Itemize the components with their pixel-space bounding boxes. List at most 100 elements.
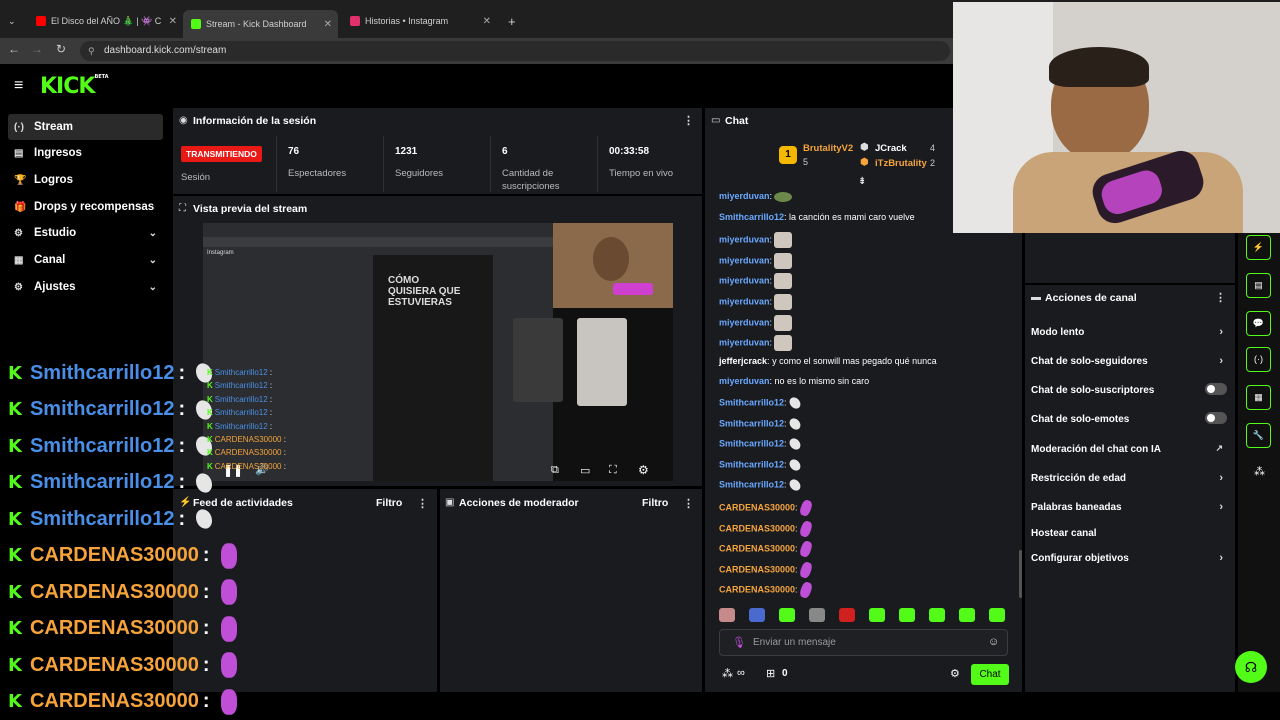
reload-icon[interactable]: ↻	[52, 42, 70, 56]
channel-action-item[interactable]: Restricción de edad ›	[1031, 472, 1227, 484]
close-icon[interactable]: ✕	[324, 19, 332, 30]
close-icon[interactable]: ✕	[483, 16, 491, 27]
mini-chat-line: K CARDENAS30000 :	[207, 461, 286, 471]
toggle-switch[interactable]	[1205, 412, 1227, 424]
mod-filter-button[interactable]: Filtro	[642, 497, 668, 509]
studio-icon: ⚙	[14, 227, 23, 239]
chat-username[interactable]: miyerduvan	[719, 338, 770, 348]
sidebar-item-canal[interactable]: ▦ Canal ⌄	[8, 247, 163, 273]
tab-search-button[interactable]: ⌄	[0, 8, 16, 34]
hamburger-menu-icon[interactable]: ≡	[14, 77, 23, 95]
third-user-name[interactable]: iTzBrutality	[875, 158, 927, 169]
chat-username[interactable]: miyerduvan	[719, 317, 770, 327]
emoji-icon[interactable]: ☺	[988, 636, 999, 648]
chat-username[interactable]: CARDENAS30000	[719, 523, 795, 533]
kick-logo-icon: K	[8, 508, 22, 530]
chat-username[interactable]: miyerduvan	[719, 296, 770, 306]
chat-username[interactable]: miyerduvan	[719, 255, 770, 265]
broadcast-icon[interactable]: (·)	[1246, 347, 1271, 372]
channel-action-label: Hostear canal	[1031, 528, 1097, 539]
channel-action-item[interactable]: Modo lento ›	[1031, 326, 1227, 338]
mini-chat-line: K Smithcarrillo12 :	[207, 421, 273, 431]
sidebar-item-ajustes[interactable]: ⚙ Ajustes ⌄	[8, 274, 163, 300]
chat-bubble-icon[interactable]: 💬	[1246, 311, 1271, 336]
back-arrow-icon[interactable]: ←	[5, 42, 23, 56]
gift-icon[interactable]: ⊞	[766, 667, 775, 680]
chat-username[interactable]: CARDENAS30000	[719, 585, 795, 595]
shop-icon[interactable]: ▦	[1246, 385, 1271, 410]
chat-message: Smithcarrillo12: la canción es mami caro…	[719, 211, 915, 222]
chat-settings-icon[interactable]: ⚙	[950, 667, 960, 680]
new-tab-button[interactable]: +	[500, 8, 524, 34]
channel-action-item[interactable]: Palabras baneadas ›	[1031, 501, 1227, 513]
support-icon[interactable]: ☊	[1235, 651, 1267, 683]
sidebar-item-estudio[interactable]: ⚙ Estudio ⌄	[8, 220, 163, 246]
tab-kick-dashboard[interactable]: Stream - Kick Dashboard ✕	[183, 10, 338, 38]
overlay-chat-line: K Smithcarrillo12:	[8, 468, 213, 498]
mod-menu-icon[interactable]: ⋮	[683, 497, 694, 510]
mic-icon[interactable]: 🎙	[732, 636, 746, 649]
forward-arrow-icon[interactable]: →	[28, 42, 46, 56]
collapse-icon[interactable]: ⇟	[858, 176, 866, 187]
tab-youtube[interactable]: El Disco del AÑO 🎄 | 👾 C ✕	[28, 8, 183, 34]
chat-username[interactable]: Smithcarrillo12	[719, 397, 784, 407]
channel-action-item[interactable]: Chat de solo-suscriptores	[1031, 383, 1227, 396]
theater-icon[interactable]: ▭	[580, 464, 590, 477]
kick-logo[interactable]: KICKBETA	[40, 74, 109, 99]
channel-action-item[interactable]: Chat de solo-emotes	[1031, 412, 1227, 425]
add-widget-icon[interactable]: ⁂	[1254, 465, 1265, 478]
chat-username[interactable]: miyerduvan	[719, 235, 770, 245]
chat-username[interactable]: Smithcarrillo12	[719, 212, 784, 222]
toggle-switch[interactable]	[1205, 383, 1227, 395]
chat-username[interactable]: Smithcarrillo12	[719, 459, 784, 469]
chat-username[interactable]: CARDENAS30000	[719, 502, 795, 512]
channel-actions-menu-icon[interactable]: ⋮	[1215, 291, 1226, 304]
channel-action-item[interactable]: Hostear canal	[1031, 528, 1227, 539]
chat-username[interactable]: miyerduvan	[719, 191, 770, 201]
chat-input[interactable]: 🎙 Enviar un mensaje ☺	[719, 629, 1008, 656]
emote-icon	[220, 652, 237, 678]
chat-username[interactable]: miyerduvan	[719, 376, 770, 386]
chat-username[interactable]: Smithcarrillo12	[719, 418, 784, 428]
tab-instagram[interactable]: Historias • Instagram ✕	[342, 8, 497, 34]
activity-filter-button[interactable]: Filtro	[376, 497, 402, 509]
chat-username[interactable]: miyerduvan	[719, 276, 770, 286]
chat-username[interactable]: Smithcarrillo12	[719, 480, 784, 490]
chat-scrollbar[interactable]	[1019, 550, 1022, 598]
sidebar-item-stream[interactable]: (·) Stream	[8, 114, 163, 140]
second-user-name[interactable]: JCrack	[875, 143, 907, 154]
webcam-preview	[553, 223, 673, 308]
chat-username[interactable]: CARDENAS30000	[719, 544, 795, 554]
emote-bar[interactable]	[719, 608, 1019, 624]
pip-icon[interactable]: ⧉	[551, 464, 559, 477]
wrench-icon[interactable]: 🔧	[1246, 423, 1271, 448]
chat-message: CARDENAS30000:	[719, 498, 813, 518]
sidebar-item-label: Canal	[34, 254, 66, 266]
address-bar[interactable]: ⚲ dashboard.kick.com/stream	[80, 41, 950, 61]
channel-action-item[interactable]: Chat de solo-seguidores ›	[1031, 355, 1227, 367]
kick-logo-icon: K	[8, 618, 22, 639]
fullscreen-icon[interactable]: ⛶	[609, 464, 617, 477]
send-chat-button[interactable]: Chat	[971, 664, 1009, 685]
channel-action-item[interactable]: Moderación del chat con IA ↗	[1031, 443, 1227, 455]
session-menu-icon[interactable]: ⋮	[683, 114, 694, 127]
sidebar-item-drops[interactable]: 🎁 Drops y recompensas	[8, 194, 163, 220]
lightning-icon[interactable]: ⚡	[1246, 235, 1271, 260]
activity-menu-icon[interactable]: ⋮	[417, 497, 428, 510]
sidebar-item-logros[interactable]: 🏆 Logros	[8, 167, 163, 193]
mini-username: Smithcarrillo12	[214, 368, 268, 377]
sidebar-item-ingresos[interactable]: ▤ Ingresos	[8, 140, 163, 166]
site-info-icon[interactable]: ⚲	[88, 41, 95, 61]
top-user-name[interactable]: BrutalityV2	[803, 143, 853, 154]
chat-username[interactable]: jefferjcrack	[719, 356, 767, 366]
close-icon[interactable]: ✕	[169, 16, 177, 27]
chat-username[interactable]: CARDENAS30000	[719, 564, 795, 574]
notes-icon[interactable]: ▤	[1246, 273, 1271, 298]
gear-icon[interactable]: ⚙	[638, 463, 649, 477]
channel-action-item[interactable]: Configurar objetivos ›	[1031, 552, 1227, 564]
chat-message: miyerduvan:	[719, 191, 793, 202]
points-icon[interactable]: ⁂	[722, 667, 733, 680]
tab-title: El Disco del AÑO 🎄 | 👾 C	[51, 15, 162, 26]
session-label: Sesión	[181, 172, 211, 183]
chat-username[interactable]: Smithcarrillo12	[719, 439, 784, 449]
